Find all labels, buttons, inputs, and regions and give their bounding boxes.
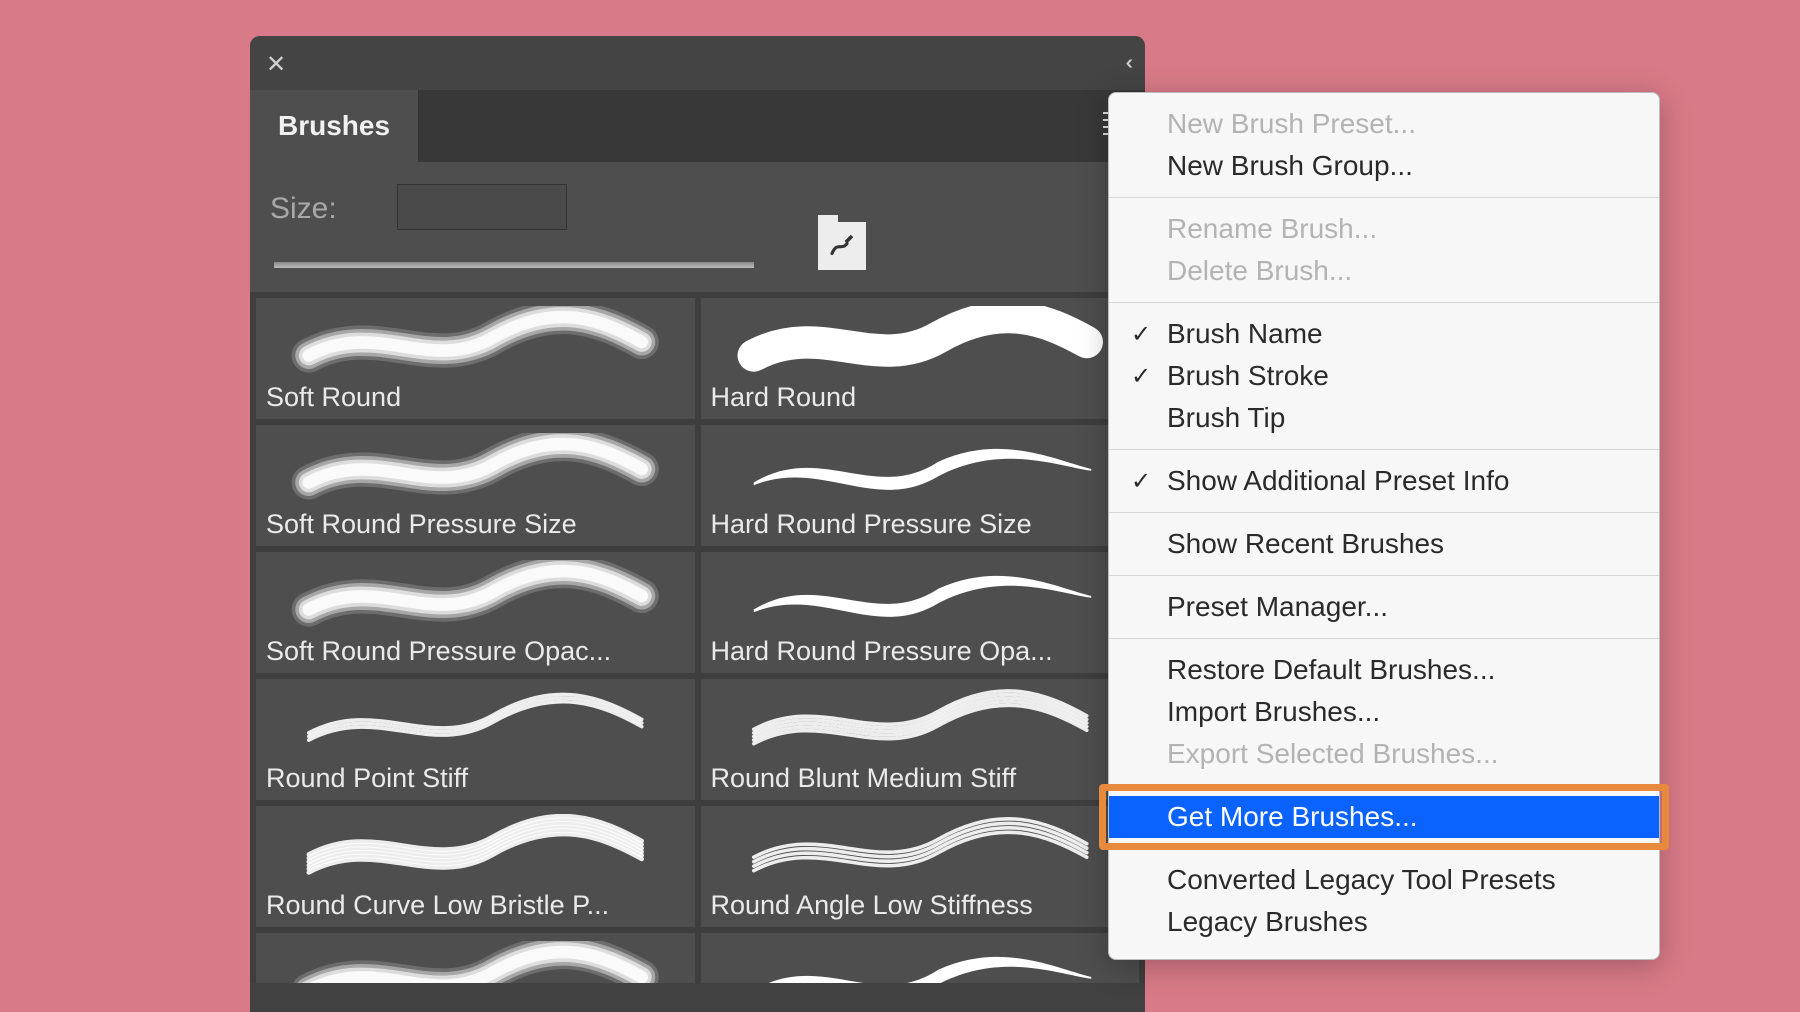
brush-cell[interactable]: Round Point Stiff: [256, 679, 695, 800]
menu-separator: [1109, 575, 1659, 576]
brush-cell[interactable]: Soft Round Pressure Opac...: [256, 552, 695, 673]
size-label: Size:: [270, 192, 337, 226]
menu-item[interactable]: Show Recent Brushes: [1109, 523, 1659, 565]
menu-item-label: New Brush Preset...: [1167, 108, 1416, 139]
menu-item: Rename Brush...: [1109, 208, 1659, 250]
menu-item-label: Export Selected Brushes...: [1167, 738, 1499, 769]
menu-item-label: Brush Tip: [1167, 402, 1285, 433]
panel-context-menu: New Brush Preset... New Brush Group... Ren…: [1108, 92, 1660, 960]
brush-cell[interactable]: Hard Round: [701, 298, 1140, 419]
brush-name-label: Soft Round Pressure Opac...: [266, 636, 685, 667]
brush-stroke-preview: [711, 687, 1130, 759]
menu-item[interactable]: New Brush Group...: [1109, 145, 1659, 187]
menu-item[interactable]: Get More Brushes...: [1109, 796, 1659, 838]
menu-item[interactable]: Legacy Brushes: [1109, 901, 1659, 943]
menu-separator: [1109, 638, 1659, 639]
menu-item: Delete Brush...: [1109, 250, 1659, 292]
brush-cell[interactable]: Round Angle Low Stiffness: [701, 806, 1140, 927]
menu-item[interactable]: Restore Default Brushes...: [1109, 649, 1659, 691]
menu-item-label: Show Additional Preset Info: [1167, 465, 1509, 496]
menu-item-label: Restore Default Brushes...: [1167, 654, 1495, 685]
menu-item-label: Rename Brush...: [1167, 213, 1377, 244]
menu-item[interactable]: ✓ Brush Stroke: [1109, 355, 1659, 397]
brush-cell[interactable]: [701, 933, 1140, 983]
menu-item-label: Legacy Brushes: [1167, 906, 1368, 937]
brush-name-label: Round Point Stiff: [266, 763, 685, 794]
brush-cell[interactable]: Soft Round: [256, 298, 695, 419]
menu-separator: [1109, 512, 1659, 513]
brush-cell[interactable]: Hard Round Pressure Size: [701, 425, 1140, 546]
brush-stroke-preview: [711, 814, 1130, 886]
menu-item-label: New Brush Group...: [1167, 150, 1413, 181]
brush-cell[interactable]: [256, 933, 695, 983]
menu-item[interactable]: Preset Manager...: [1109, 586, 1659, 628]
check-icon: ✓: [1131, 467, 1151, 496]
tab-area-empty: [419, 90, 1145, 162]
menu-item[interactable]: ✓ Brush Name: [1109, 313, 1659, 355]
brush-name-label: Soft Round: [266, 382, 685, 413]
menu-separator: [1109, 197, 1659, 198]
brush-grid: Soft Round Hard Round Soft Round Pressure …: [250, 292, 1145, 983]
menu-separator: [1109, 848, 1659, 849]
brush-cell[interactable]: Hard Round Pressure Opa...: [701, 552, 1140, 673]
tab-row: Brushes: [250, 90, 1145, 162]
brush-name-label: Round Angle Low Stiffness: [711, 890, 1130, 921]
brush-stroke-preview: [266, 814, 685, 886]
brush-name-label: Round Curve Low Bristle P...: [266, 890, 685, 921]
menu-item: New Brush Preset...: [1109, 103, 1659, 145]
brush-stroke-preview: [266, 560, 685, 632]
brush-stroke-preview: [711, 306, 1130, 378]
size-controls: Size:: [250, 162, 1145, 292]
menu-item-label: Import Brushes...: [1167, 696, 1380, 727]
brush-cell[interactable]: Round Curve Low Bristle P...: [256, 806, 695, 927]
menu-item[interactable]: Brush Tip: [1109, 397, 1659, 439]
brush-cell[interactable]: Round Blunt Medium Stiff: [701, 679, 1140, 800]
brush-name-label: Hard Round: [711, 382, 1130, 413]
panel-titlebar: ✕ ‹‹: [250, 36, 1145, 90]
brush-stroke-preview: [266, 941, 685, 983]
menu-item-label: Show Recent Brushes: [1167, 528, 1444, 559]
menu-item-label: Delete Brush...: [1167, 255, 1352, 286]
brush-name-label: Round Blunt Medium Stiff: [711, 763, 1130, 794]
check-icon: ✓: [1131, 362, 1151, 391]
collapse-chevrons-icon[interactable]: ‹‹: [1126, 52, 1127, 75]
close-icon[interactable]: ✕: [266, 50, 286, 79]
brush-stroke-preview: [266, 306, 685, 378]
brush-stroke-preview: [711, 941, 1130, 983]
brush-stroke-preview: [711, 560, 1130, 632]
menu-item: Export Selected Brushes...: [1109, 733, 1659, 775]
size-input[interactable]: [397, 184, 567, 230]
brush-name-label: Soft Round Pressure Size: [266, 509, 685, 540]
menu-item[interactable]: ✓ Show Additional Preset Info: [1109, 460, 1659, 502]
brush-stroke-preview: [266, 433, 685, 505]
menu-item-label: Converted Legacy Tool Presets: [1167, 864, 1556, 895]
menu-item-label: Brush Name: [1167, 318, 1323, 349]
menu-item[interactable]: Import Brushes...: [1109, 691, 1659, 733]
menu-item[interactable]: Converted Legacy Tool Presets: [1109, 859, 1659, 901]
menu-separator: [1109, 449, 1659, 450]
menu-item-label: Preset Manager...: [1167, 591, 1388, 622]
brush-name-label: Hard Round Pressure Size: [711, 509, 1130, 540]
tab-brushes[interactable]: Brushes: [250, 90, 419, 162]
brush-stroke-preview: [711, 433, 1130, 505]
size-slider[interactable]: [274, 262, 754, 268]
menu-separator: [1109, 785, 1659, 786]
check-icon: ✓: [1131, 320, 1151, 349]
menu-separator: [1109, 302, 1659, 303]
brush-stroke-preview: [266, 687, 685, 759]
brush-preview-folder-icon[interactable]: [818, 222, 866, 270]
brushes-panel: ✕ ‹‹ Brushes Size: Soft RoundHard RoundS…: [250, 36, 1145, 1012]
menu-item-label: Brush Stroke: [1167, 360, 1329, 391]
brush-cell[interactable]: Soft Round Pressure Size: [256, 425, 695, 546]
menu-item-label: Get More Brushes...: [1167, 801, 1418, 832]
brush-name-label: Hard Round Pressure Opa...: [711, 636, 1130, 667]
